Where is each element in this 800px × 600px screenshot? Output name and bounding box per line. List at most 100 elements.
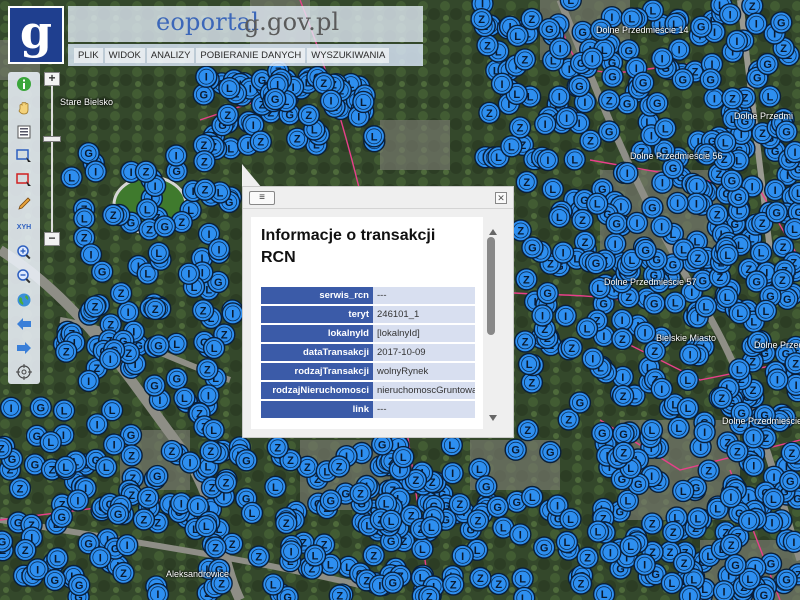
transaction-marker[interactable]: I <box>178 451 202 474</box>
transaction-marker[interactable]: Z <box>112 561 135 585</box>
transaction-marker[interactable]: I <box>531 304 554 327</box>
transaction-marker[interactable]: I <box>725 29 749 53</box>
zoom-handle[interactable] <box>43 136 61 142</box>
transaction-marker[interactable]: G <box>106 502 130 526</box>
transaction-marker[interactable]: G <box>29 396 52 419</box>
transaction-marker[interactable]: Z <box>418 585 441 600</box>
transaction-marker[interactable]: L <box>73 207 96 230</box>
transaction-marker[interactable]: L <box>728 358 751 381</box>
transaction-marker[interactable]: I <box>745 12 768 35</box>
transaction-marker[interactable]: G <box>67 573 91 597</box>
transaction-marker[interactable]: Z <box>560 336 583 359</box>
transaction-marker[interactable]: L <box>667 416 690 439</box>
transaction-marker[interactable]: G <box>690 15 713 38</box>
transaction-marker[interactable]: L <box>548 205 571 229</box>
transaction-marker[interactable]: I <box>625 211 649 235</box>
transaction-marker[interactable]: I <box>633 321 657 344</box>
transaction-marker[interactable]: G <box>632 71 655 94</box>
transaction-marker[interactable]: I <box>599 541 622 564</box>
globe-icon[interactable] <box>16 292 32 308</box>
transaction-marker[interactable]: Z <box>466 509 490 532</box>
transaction-marker[interactable]: I <box>551 241 575 264</box>
transaction-marker[interactable]: G <box>646 91 669 115</box>
transaction-marker[interactable]: Z <box>686 246 710 270</box>
transaction-marker[interactable]: Z <box>721 87 744 110</box>
transaction-marker[interactable]: G <box>699 68 722 91</box>
transaction-marker[interactable]: I <box>146 583 170 600</box>
transaction-marker[interactable]: Z <box>706 203 729 226</box>
transaction-marker[interactable]: Z <box>249 130 272 153</box>
transaction-marker[interactable]: G <box>724 553 747 577</box>
transaction-marker[interactable]: Z <box>204 536 227 559</box>
transaction-marker[interactable]: L <box>676 368 699 391</box>
transaction-marker[interactable]: Z <box>643 339 666 363</box>
transaction-marker[interactable]: Z <box>362 544 385 567</box>
transaction-marker[interactable]: Z <box>720 533 743 556</box>
transaction-marker[interactable]: G <box>521 236 544 259</box>
transaction-marker[interactable]: G <box>568 74 591 98</box>
transaction-marker[interactable]: I <box>611 308 634 332</box>
popup-scrollbar[interactable] <box>487 229 499 421</box>
menu-wyszukiwania[interactable]: WYSZUKIWANIA <box>307 47 390 63</box>
transaction-marker[interactable]: G <box>538 17 561 41</box>
transaction-marker[interactable]: G <box>146 464 169 488</box>
transaction-marker[interactable]: Z <box>576 546 599 569</box>
menu-plik[interactable]: PLIK <box>74 47 103 63</box>
transaction-marker[interactable]: L <box>39 431 62 454</box>
transaction-marker[interactable]: I <box>279 540 303 563</box>
transaction-marker[interactable]: L <box>392 445 415 469</box>
select-icon[interactable] <box>16 148 32 164</box>
transaction-marker[interactable]: Z <box>160 439 184 463</box>
transaction-marker[interactable]: L <box>749 241 773 264</box>
transaction-marker[interactable]: L <box>714 131 737 154</box>
transaction-marker[interactable]: G <box>264 87 287 111</box>
transaction-marker[interactable]: L <box>575 317 599 340</box>
transaction-marker[interactable]: I <box>451 544 474 567</box>
transaction-marker[interactable]: G <box>90 260 114 283</box>
geoportal-logo[interactable]: g <box>8 6 64 64</box>
transaction-marker[interactable]: L <box>262 573 285 596</box>
transaction-marker[interactable]: L <box>202 418 225 442</box>
transaction-marker[interactable]: I <box>616 161 639 185</box>
transaction-marker[interactable]: L <box>619 535 642 558</box>
transaction-marker[interactable]: L <box>586 192 609 215</box>
transaction-marker[interactable]: I <box>536 148 560 172</box>
transaction-marker[interactable]: L <box>758 85 782 108</box>
transaction-marker[interactable]: L <box>694 295 718 318</box>
transaction-marker[interactable]: G <box>775 120 798 143</box>
transaction-marker[interactable]: Z <box>515 268 538 291</box>
transaction-marker[interactable]: L <box>541 177 564 201</box>
transaction-marker[interactable]: G <box>584 252 608 275</box>
transaction-marker[interactable]: I <box>549 37 572 60</box>
transaction-marker[interactable]: G <box>770 11 793 34</box>
transaction-marker[interactable]: L <box>60 166 83 189</box>
transaction-marker[interactable]: I <box>115 534 139 557</box>
transaction-marker[interactable]: I <box>783 140 800 164</box>
transaction-marker[interactable]: Z <box>266 436 289 459</box>
transaction-marker[interactable]: L <box>240 501 264 525</box>
transaction-marker[interactable]: I <box>534 112 557 136</box>
transaction-marker[interactable]: Z <box>726 440 749 463</box>
transaction-marker[interactable]: L <box>686 507 710 530</box>
transaction-marker[interactable]: I <box>207 238 231 261</box>
transaction-marker[interactable]: I <box>66 489 90 512</box>
transaction-marker[interactable]: L <box>500 135 523 158</box>
transaction-marker[interactable]: L <box>135 198 159 221</box>
transaction-marker[interactable]: G <box>539 440 562 464</box>
transaction-marker[interactable]: G <box>381 571 404 594</box>
transaction-marker[interactable]: I <box>712 580 736 600</box>
select-remove-icon[interactable] <box>16 172 32 188</box>
transaction-marker[interactable]: Z <box>196 358 219 381</box>
transaction-marker[interactable]: Z <box>216 103 240 127</box>
transaction-marker[interactable]: I <box>693 420 716 444</box>
transaction-marker[interactable]: L <box>640 418 664 442</box>
transaction-marker[interactable]: Z <box>579 129 602 152</box>
transaction-marker[interactable]: G <box>50 505 73 528</box>
transaction-marker[interactable]: L <box>555 530 579 554</box>
transaction-marker[interactable]: L <box>511 567 534 590</box>
transaction-marker[interactable]: Z <box>710 386 733 410</box>
scroll-down-icon[interactable] <box>489 415 497 421</box>
transaction-marker[interactable]: L <box>52 399 76 422</box>
transaction-marker[interactable]: I <box>737 509 761 532</box>
transaction-marker[interactable]: I <box>782 530 800 553</box>
